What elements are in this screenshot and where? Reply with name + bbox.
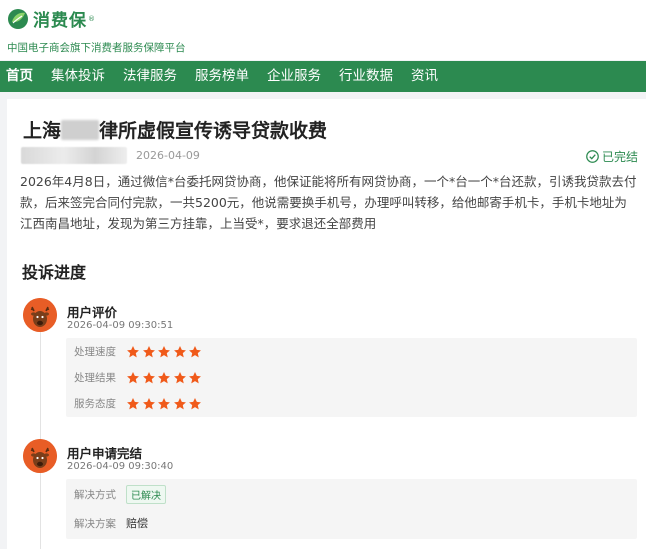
star-icon bbox=[189, 397, 201, 409]
rating-row: 处理速度 bbox=[74, 344, 204, 359]
main-nav: 首页 集体投诉 法律服务 服务榜单 企业服务 行业数据 资讯 bbox=[0, 61, 646, 92]
complaint-card: 上海 律所虚假宣传诱导贷款收费 2026-04-09 已完结 2026年4月8日，… bbox=[7, 99, 646, 549]
star-icon bbox=[142, 345, 155, 357]
event-rating-box: 处理速度 处理结果 服务态度 bbox=[66, 338, 637, 417]
complaint-title: 上海 律所虚假宣传诱导贷款收费 bbox=[23, 116, 327, 143]
star-icon bbox=[127, 371, 139, 383]
reindeer-avatar-icon bbox=[23, 439, 57, 473]
check-circle-icon bbox=[586, 150, 599, 163]
complaint-body: 2026年4月8日，通过微信*台委托网贷协商，他保证能将所有网贷协商，一个*台一… bbox=[20, 174, 637, 231]
star-icon bbox=[158, 371, 170, 383]
nav-item-service-ranking[interactable]: 服务榜单 bbox=[186, 61, 258, 92]
brand-tagline: 中国电子商会旗下消费者服务保障平台 bbox=[7, 42, 186, 54]
star-icon bbox=[127, 397, 139, 409]
star-icon bbox=[158, 397, 170, 409]
detail-label: 解决方式 bbox=[74, 489, 116, 501]
star-icon bbox=[142, 397, 155, 409]
timeline-line bbox=[40, 314, 41, 549]
star-icon bbox=[142, 371, 155, 383]
resolved-tag: 已解决 bbox=[126, 485, 166, 504]
nav-item-news[interactable]: 资讯 bbox=[402, 61, 447, 92]
title-suffix: 律所虚假宣传诱导贷款收费 bbox=[99, 120, 328, 142]
site-logo[interactable]: 消费保 ® bbox=[7, 6, 95, 31]
rating-label: 处理速度 bbox=[74, 346, 116, 358]
event-title: 用户评价 bbox=[67, 305, 118, 320]
star-icon bbox=[173, 371, 186, 383]
nav-item-enterprise-service[interactable]: 企业服务 bbox=[258, 61, 330, 92]
star-icon bbox=[189, 371, 201, 383]
title-prefix: 上海 bbox=[23, 120, 62, 142]
star-icon bbox=[158, 345, 170, 357]
event-avatar bbox=[23, 439, 57, 473]
nav-item-home[interactable]: 首页 bbox=[0, 61, 42, 92]
detail-row: 解决方案 赔偿 bbox=[74, 515, 148, 531]
nav-item-industry-data[interactable]: 行业数据 bbox=[330, 61, 402, 92]
rating-row: 服务态度 bbox=[74, 396, 204, 411]
rating-row: 处理结果 bbox=[74, 370, 204, 385]
nav-item-legal-service[interactable]: 法律服务 bbox=[114, 61, 186, 92]
status-badge: 已完结 bbox=[586, 148, 638, 165]
rating-stars bbox=[126, 345, 204, 359]
redacted-name bbox=[61, 120, 100, 140]
rating-label: 处理结果 bbox=[74, 372, 116, 384]
detail-label: 解决方案 bbox=[74, 517, 116, 530]
event-title: 用户申请完结 bbox=[67, 446, 143, 461]
event-avatar bbox=[23, 298, 57, 332]
reindeer-avatar-icon bbox=[23, 298, 57, 332]
nav-item-collective-complaint[interactable]: 集体投诉 bbox=[42, 61, 114, 92]
complaint-date: 2026-04-09 bbox=[136, 149, 200, 162]
star-icon bbox=[127, 345, 139, 357]
star-icon bbox=[173, 397, 186, 409]
leaf-logo-icon bbox=[8, 8, 28, 29]
progress-section-title: 投诉进度 bbox=[22, 263, 87, 282]
brand-reg-mark: ® bbox=[88, 14, 95, 23]
rating-label: 服务态度 bbox=[74, 398, 116, 410]
detail-value: 赔偿 bbox=[126, 517, 148, 530]
rating-stars bbox=[126, 397, 204, 411]
star-icon bbox=[189, 345, 201, 357]
event-time: 2026-04-09 09:30:40 bbox=[67, 461, 174, 472]
star-icon bbox=[173, 345, 186, 357]
event-time: 2026-04-09 09:30:51 bbox=[67, 320, 174, 331]
rating-stars bbox=[126, 371, 204, 385]
event-detail-box: 解决方式 已解决 解决方案 赔偿 bbox=[66, 479, 637, 539]
status-label: 已完结 bbox=[601, 150, 638, 164]
author-redacted bbox=[21, 147, 127, 164]
detail-row: 解决方式 已解决 bbox=[74, 485, 166, 504]
brand-name: 消费保 bbox=[33, 11, 87, 31]
site-header: 消费保 ® 中国电子商会旗下消费者服务保障平台 bbox=[0, 0, 646, 60]
